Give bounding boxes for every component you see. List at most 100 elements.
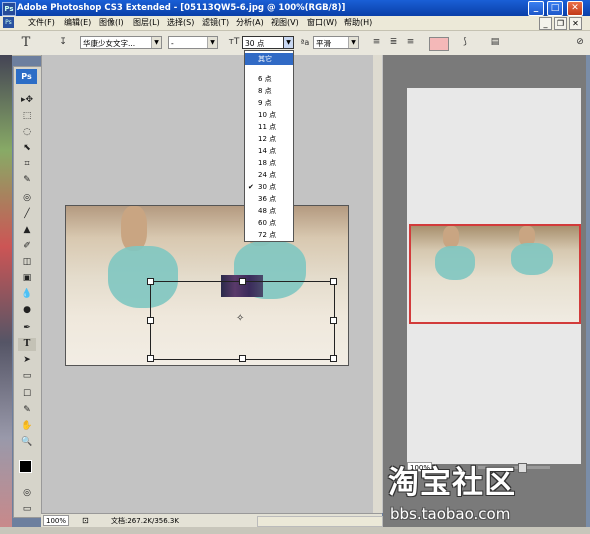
transform-handle[interactable] xyxy=(147,355,154,362)
status-info-icon[interactable]: ⊡ xyxy=(82,516,89,526)
doc-restore-button[interactable]: ❐ xyxy=(554,17,567,30)
font-size-option[interactable]: 9 点 xyxy=(245,97,293,109)
menu-window[interactable]: 窗口(W) xyxy=(307,17,337,29)
taobao-watermark: 淘宝社区 bbs.taobao.com xyxy=(388,463,586,529)
menu-view[interactable]: 视图(V) xyxy=(271,17,299,29)
transform-handle[interactable] xyxy=(330,317,337,324)
menu-file[interactable]: 文件(F) xyxy=(28,17,55,29)
menu-layer[interactable]: 图层(L) xyxy=(133,17,160,29)
menu-help[interactable]: 帮助(H) xyxy=(344,17,372,29)
font-size-option[interactable]: 11 点 xyxy=(245,121,293,133)
transform-handle[interactable] xyxy=(330,278,337,285)
font-size-option[interactable]: 24 点 xyxy=(245,169,293,181)
font-size-icon: ᴛT xyxy=(228,37,240,47)
minimize-button[interactable]: _ xyxy=(528,1,544,16)
brush-tool-icon[interactable]: ╱ xyxy=(18,208,36,221)
watermark-logo-text: 淘宝社区 xyxy=(388,465,516,501)
font-size-option[interactable]: 60 点 xyxy=(245,217,293,229)
zoom-tool-icon[interactable]: 🔍 xyxy=(18,436,36,449)
vertical-scrollbar[interactable] xyxy=(373,55,382,513)
thumb-leg-left xyxy=(443,226,459,248)
font-size-option[interactable]: 其它 xyxy=(245,53,293,65)
font-size-dropdown-list: 其它 6 点 8 点 9 点 10 点 11 点 12 点 14 点 18 点 … xyxy=(244,50,294,242)
align-right-icon[interactable]: ≡ xyxy=(404,36,417,49)
eraser-tool-icon[interactable]: ◫ xyxy=(18,256,36,269)
font-size-option[interactable]: 36 点 xyxy=(245,193,293,205)
menu-select[interactable]: 选择(S) xyxy=(167,17,194,29)
path-selection-tool-icon[interactable]: ➤ xyxy=(18,354,36,367)
font-size-option[interactable]: 72 点 xyxy=(245,229,293,241)
doc-close-button[interactable]: ✕ xyxy=(569,17,582,30)
maximize-button[interactable]: □ xyxy=(547,1,563,16)
chevron-down-icon: ▼ xyxy=(207,37,217,48)
healing-brush-tool-icon[interactable]: ◎ xyxy=(18,192,36,205)
font-size-option[interactable]: 12 点 xyxy=(245,133,293,145)
move-cursor-icon: ✧ xyxy=(236,313,245,324)
menu-filter[interactable]: 滤镜(T) xyxy=(202,17,229,29)
status-bar: 100% ⊡ 文档:267.2K/356.3K xyxy=(41,513,383,528)
bottom-edge xyxy=(0,527,590,534)
hand-tool-icon[interactable]: ✋ xyxy=(18,420,36,433)
character-panel-icon[interactable]: ▤ xyxy=(488,36,502,49)
notes-tool-icon[interactable]: ☐ xyxy=(18,388,36,401)
magic-wand-tool-icon[interactable]: ⬉ xyxy=(18,142,36,155)
doc-info[interactable]: 文档:267.2K/356.3K xyxy=(111,516,179,526)
font-size-option[interactable]: 18 点 xyxy=(245,157,293,169)
font-size-option[interactable]: ✔ 30 点 xyxy=(245,181,293,193)
horizontal-scrollbar[interactable] xyxy=(257,516,383,527)
marquee-tool-icon[interactable]: ⬚ xyxy=(18,110,36,123)
antialias-select[interactable]: 平滑 ▼ xyxy=(313,36,359,49)
slice-tool-icon[interactable]: ✎ xyxy=(18,174,36,187)
blur-tool-icon[interactable]: 💧 xyxy=(18,288,36,301)
menu-analysis[interactable]: 分析(A) xyxy=(236,17,264,29)
desktop-background xyxy=(0,55,12,534)
menu-image[interactable]: 图像(I) xyxy=(99,17,124,29)
align-center-icon[interactable]: ≣ xyxy=(387,36,400,49)
cancel-edit-icon[interactable]: ⊘ xyxy=(573,36,587,49)
font-size-option[interactable]: 48 点 xyxy=(245,205,293,217)
transform-handle[interactable] xyxy=(239,278,246,285)
crop-tool-icon[interactable]: ⌗ xyxy=(18,158,36,171)
warp-text-icon[interactable]: ⟆ xyxy=(458,36,472,49)
menu-edit[interactable]: 编辑(E) xyxy=(64,17,91,29)
type-tool-icon[interactable]: T xyxy=(18,338,36,351)
shape-tool-icon[interactable]: ▭ xyxy=(18,370,36,383)
title-bar: Ps Adobe Photoshop CS3 Extended - [05113… xyxy=(0,0,590,16)
gradient-tool-icon[interactable]: ▣ xyxy=(18,272,36,285)
foreground-color-swatch[interactable] xyxy=(19,460,32,473)
font-size-option[interactable]: 8 点 xyxy=(245,85,293,97)
font-size-option[interactable]: 10 点 xyxy=(245,109,293,121)
align-left-icon[interactable]: ≡ xyxy=(370,36,383,49)
close-button[interactable]: ✕ xyxy=(567,1,583,16)
antialias-value: 平滑 xyxy=(316,39,331,48)
text-color-swatch[interactable] xyxy=(429,37,449,51)
tool-preset-icon[interactable]: T xyxy=(18,36,34,49)
eyedropper-tool-icon[interactable]: ✎ xyxy=(18,404,36,417)
screen-mode-icon[interactable]: ▭ xyxy=(18,503,36,516)
font-family-select[interactable]: 华康少女文字... ▼ xyxy=(80,36,162,49)
options-bar: T ↧ 华康少女文字... ▼ - ▼ ᴛT 30 点 ▼ ªa 平滑 ▼ ≡ … xyxy=(0,31,590,56)
chevron-down-icon: ▼ xyxy=(151,37,161,48)
transform-handle[interactable] xyxy=(147,278,154,285)
text-orientation-icon[interactable]: ↧ xyxy=(56,36,70,49)
move-tool-icon[interactable]: ▸✥ xyxy=(18,94,36,107)
zoom-field[interactable]: 100% xyxy=(43,515,69,526)
transform-handle[interactable] xyxy=(239,355,246,362)
font-size-option[interactable]: 6 点 xyxy=(245,73,293,85)
clone-stamp-tool-icon[interactable]: ▲ xyxy=(18,224,36,237)
quick-mask-icon[interactable]: ◎ xyxy=(18,487,36,500)
navigator-thumbnail[interactable] xyxy=(409,224,581,324)
transform-handle[interactable] xyxy=(147,317,154,324)
font-size-select[interactable]: 30 点 ▼ xyxy=(242,36,294,49)
doc-icon: Ps xyxy=(3,17,14,28)
pen-tool-icon[interactable]: ✒ xyxy=(18,322,36,335)
doc-minimize-button[interactable]: _ xyxy=(539,17,552,30)
dodge-tool-icon[interactable]: ● xyxy=(18,304,36,317)
transform-handle[interactable] xyxy=(330,355,337,362)
window-right-border xyxy=(586,55,590,534)
font-size-value: 30 点 xyxy=(245,39,265,48)
font-size-option[interactable]: 14 点 xyxy=(245,145,293,157)
lasso-tool-icon[interactable]: ◌ xyxy=(18,126,36,139)
history-brush-tool-icon[interactable]: ✐ xyxy=(18,240,36,253)
font-style-select[interactable]: - ▼ xyxy=(168,36,218,49)
